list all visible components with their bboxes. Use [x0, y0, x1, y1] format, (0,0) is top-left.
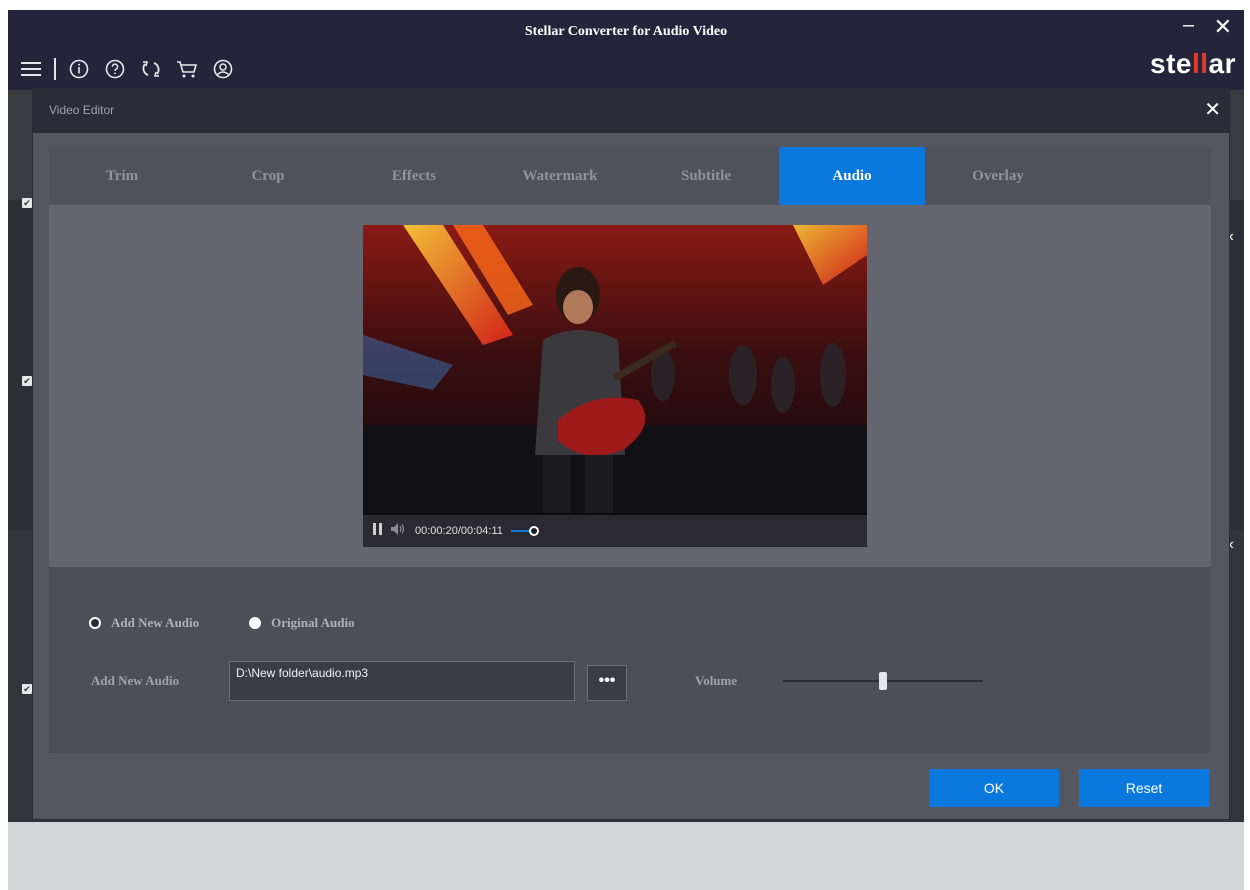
volume-slider[interactable] — [783, 671, 983, 691]
audio-source-options: Add New Audio Original Audio — [89, 615, 355, 631]
refresh-icon[interactable] — [140, 58, 162, 80]
volume-thumb[interactable] — [879, 672, 887, 690]
cart-icon[interactable] — [176, 58, 198, 80]
radio-add-new-audio[interactable]: Add New Audio — [89, 615, 199, 631]
status-area — [8, 822, 1244, 890]
radio-label: Original Audio — [271, 615, 355, 630]
radio-indicator — [89, 617, 101, 629]
editor-tabs: Trim Crop Effects Watermark Subtitle Aud… — [49, 147, 1211, 205]
app-window: ✔ ✔ ✔ ‹ ‹ Stellar Converter for Audio Vi… — [8, 10, 1244, 890]
row-checkbox[interactable]: ✔ — [22, 198, 32, 208]
tab-overlay[interactable]: Overlay — [925, 147, 1071, 205]
row-checkbox[interactable]: ✔ — [22, 684, 32, 694]
logo-text-mark: ll — [1191, 48, 1209, 79]
logo-text: ar — [1208, 48, 1236, 79]
playback-time: 00:00:20/00:04:11 — [415, 525, 503, 537]
tab-subtitle[interactable]: Subtitle — [633, 147, 779, 205]
row-checkbox[interactable]: ✔ — [22, 376, 32, 386]
app-title: Stellar Converter for Audio Video — [524, 24, 728, 39]
account-icon[interactable] — [212, 58, 234, 80]
menu-icon[interactable] — [20, 58, 42, 80]
ok-button[interactable]: OK — [929, 769, 1059, 807]
audio-path-field[interactable]: D:\New folder\audio.mp3 — [229, 661, 575, 701]
seek-bar[interactable] — [510, 525, 791, 537]
seek-handle[interactable] — [529, 526, 540, 536]
help-icon[interactable] — [104, 58, 126, 80]
video-frame — [363, 225, 867, 513]
info-icon[interactable] — [68, 58, 90, 80]
tab-trim[interactable]: Trim — [49, 147, 195, 205]
dialog-title-bar: Video Editor ✕ — [33, 89, 1229, 133]
volume-label: Volume — [695, 673, 738, 688]
tab-audio[interactable]: Audio — [779, 147, 925, 205]
radio-original-audio[interactable]: Original Audio — [249, 615, 355, 631]
dialog-title: Video Editor — [49, 103, 115, 117]
tab-effects[interactable]: Effects — [341, 147, 487, 205]
stellar-logo: stellar — [1150, 48, 1236, 80]
dialog-close-button[interactable]: ✕ — [1204, 97, 1221, 122]
tab-crop[interactable]: Crop — [195, 147, 341, 205]
audio-settings-panel: Add New Audio Original Audio Add New Aud… — [49, 567, 1211, 753]
close-button[interactable]: ✕ — [1214, 14, 1232, 40]
radio-indicator — [249, 617, 262, 629]
add-audio-label: Add New Audio — [91, 673, 180, 688]
title-bar: Stellar Converter for Audio Video – ✕ st… — [8, 10, 1244, 90]
logo-text: ste — [1150, 48, 1192, 79]
player-controls: 00:00:20/00:04:11 — [363, 515, 867, 547]
minimize-button[interactable]: – — [1183, 14, 1194, 37]
pause-icon[interactable] — [373, 522, 383, 540]
toolbar-divider — [54, 58, 56, 80]
preview-area: 00:00:20/00:04:11 — [49, 205, 1211, 565]
tab-watermark[interactable]: Watermark — [487, 147, 633, 205]
reset-button[interactable]: Reset — [1079, 769, 1209, 807]
video-player[interactable]: 00:00:20/00:04:11 — [363, 225, 867, 547]
browse-button[interactable]: ••• — [587, 665, 627, 701]
volume-icon[interactable] — [391, 522, 407, 540]
dialog-body: Trim Crop Effects Watermark Subtitle Aud… — [49, 147, 1211, 753]
video-editor-dialog: Video Editor ✕ Trim Crop Effects Waterma… — [32, 88, 1230, 820]
toolbar — [20, 54, 234, 84]
radio-label: Add New Audio — [111, 615, 200, 630]
